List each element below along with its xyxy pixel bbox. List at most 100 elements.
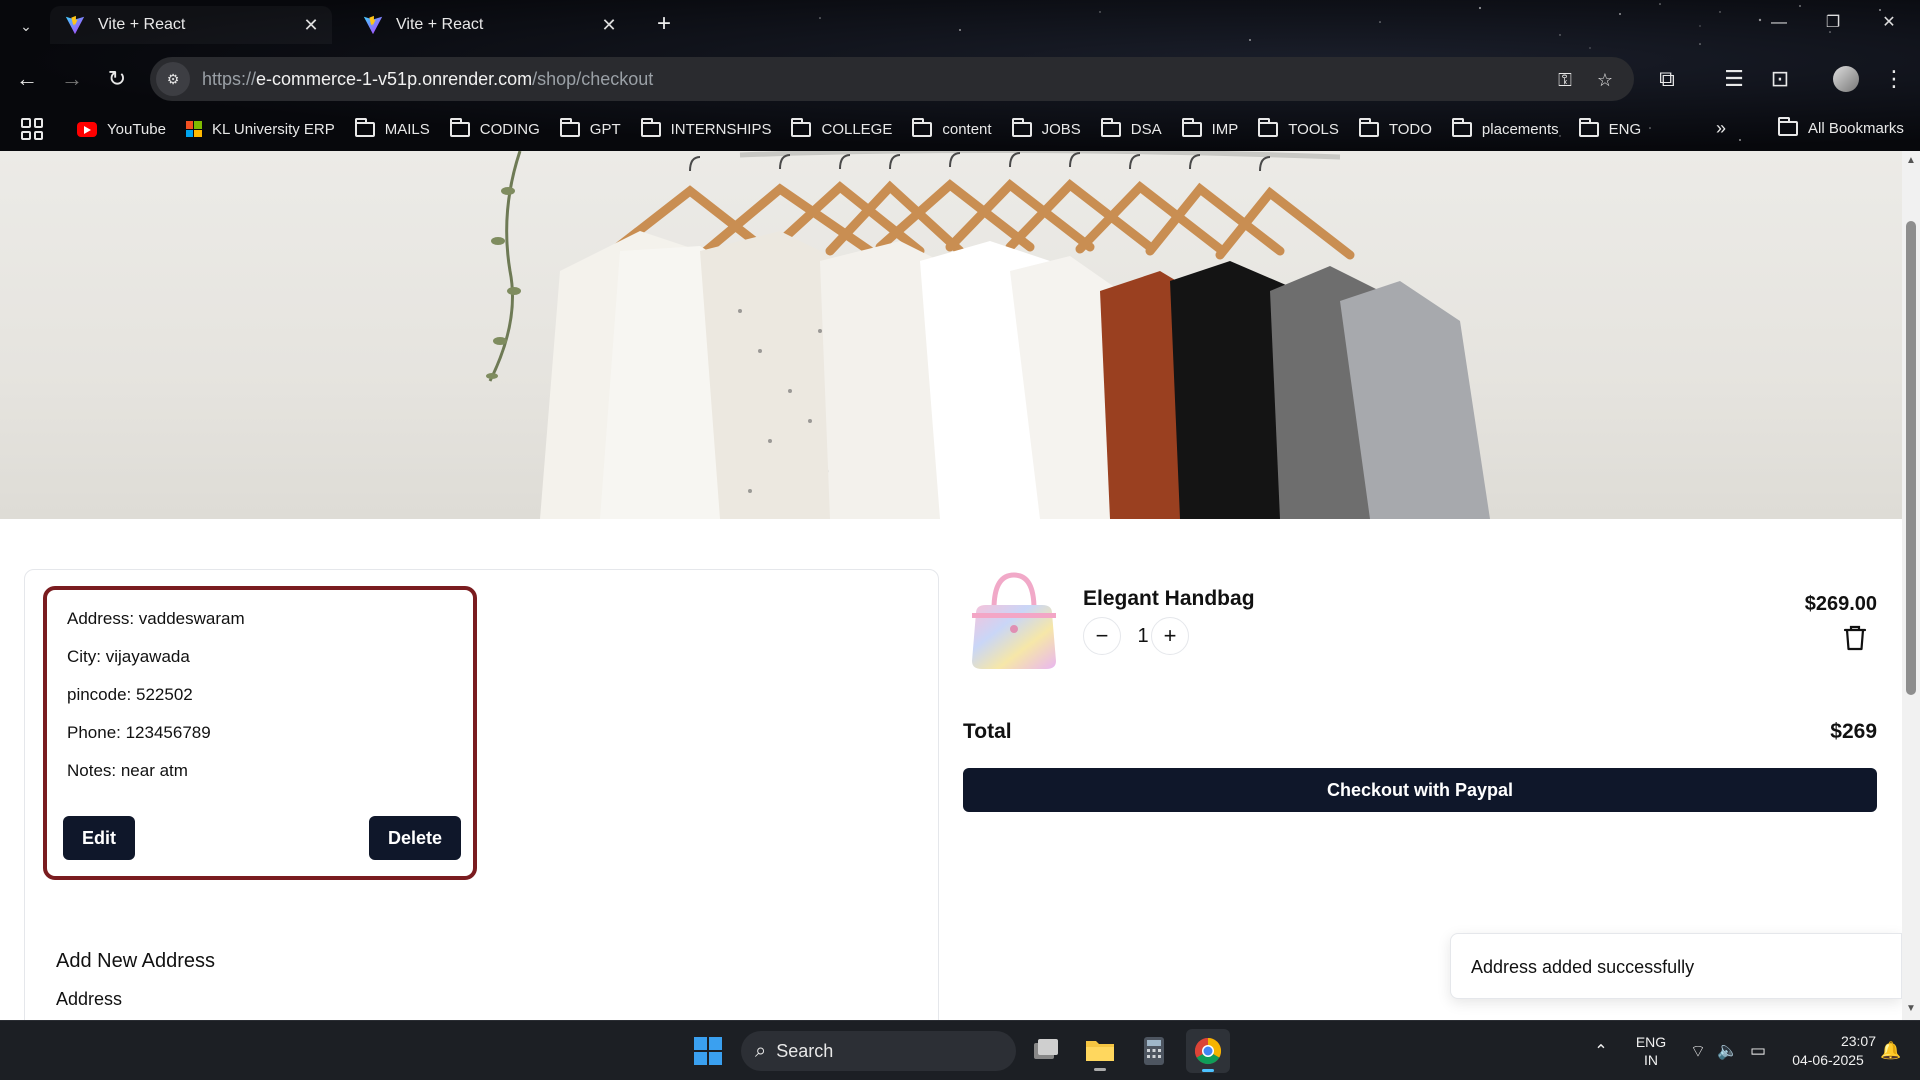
browser-toolbar: ← → ↻ ⚙ https://e-commerce-1-v51p.onrend… bbox=[0, 52, 1920, 106]
browser-tab[interactable]: Vite + React ✕ bbox=[348, 6, 630, 44]
chrome-icon bbox=[1194, 1037, 1222, 1072]
city-line: City: vijayawada bbox=[67, 647, 190, 666]
region-code: IN bbox=[1644, 1052, 1658, 1068]
bookmark-folder[interactable]: DSA bbox=[1100, 117, 1162, 138]
tab-close-icon[interactable]: ✕ bbox=[596, 12, 622, 38]
bookmark-label: INTERNSHIPS bbox=[670, 120, 772, 138]
bookmark-folder[interactable]: placements bbox=[1451, 117, 1559, 138]
bookmark-label: KL University ERP bbox=[211, 120, 335, 138]
bookmark-folder[interactable]: content bbox=[912, 117, 992, 138]
bookmark-folder[interactable]: TOOLS bbox=[1258, 117, 1339, 138]
tab-search-chevron-icon[interactable]: ⌄ bbox=[14, 14, 38, 38]
all-bookmarks-button[interactable]: All Bookmarks bbox=[1778, 117, 1904, 137]
forward-arrow-icon[interactable]: → bbox=[56, 63, 88, 95]
new-tab-plus-icon[interactable]: + bbox=[650, 10, 678, 38]
bookmark-folder[interactable]: GPT bbox=[559, 117, 621, 138]
profile-avatar-icon[interactable] bbox=[1830, 63, 1862, 95]
file-explorer-icon[interactable] bbox=[1078, 1029, 1122, 1073]
bookmark-kl-erp[interactable]: KL University ERP bbox=[185, 120, 335, 138]
volume-icon[interactable]: 🔈 bbox=[1714, 1021, 1742, 1080]
bookmark-folder[interactable]: ENG bbox=[1578, 117, 1641, 138]
wifi-icon[interactable]: ⌔ bbox=[1684, 1021, 1712, 1080]
vite-logo-icon bbox=[65, 15, 85, 35]
browser-tab[interactable]: Vite + React ✕ bbox=[50, 6, 332, 44]
bookmark-star-icon[interactable]: ☆ bbox=[1592, 67, 1618, 93]
bookmark-folder[interactable]: IMP bbox=[1181, 117, 1238, 138]
minimize-icon[interactable]: — bbox=[1756, 8, 1802, 38]
taskbar-search-label: Search bbox=[776, 1040, 834, 1061]
delete-address-button[interactable]: Delete bbox=[369, 816, 461, 860]
tab-close-icon[interactable]: ✕ bbox=[298, 12, 324, 38]
bookmark-label: DSA bbox=[1130, 120, 1162, 138]
extensions-puzzle-icon[interactable]: ⧉ bbox=[1651, 63, 1683, 95]
url-text[interactable]: https://e-commerce-1-v51p.onrender.com/s… bbox=[202, 69, 653, 90]
url-path: /shop/checkout bbox=[532, 68, 654, 89]
folder-icon bbox=[559, 117, 580, 137]
browser-menu-icon[interactable]: ⋮ bbox=[1878, 63, 1910, 95]
language-indicator[interactable]: ENG IN bbox=[1628, 1021, 1674, 1080]
bookmark-label: YouTube bbox=[107, 120, 166, 138]
bookmark-label: MAILS bbox=[384, 120, 430, 138]
bookmark-youtube[interactable]: YouTube bbox=[77, 121, 166, 138]
add-new-address-heading: Add New Address bbox=[56, 950, 215, 972]
folder-icon bbox=[1358, 117, 1379, 137]
window-close-icon[interactable]: ✕ bbox=[1866, 8, 1912, 38]
task-view-icon[interactable] bbox=[1024, 1029, 1068, 1073]
restore-icon[interactable]: ❐ bbox=[1810, 8, 1856, 38]
decrease-quantity-button[interactable]: − bbox=[1083, 617, 1121, 655]
bookmark-label: TODO bbox=[1388, 120, 1432, 138]
trash-icon[interactable] bbox=[1843, 625, 1867, 651]
bookmark-folder[interactable]: JOBS bbox=[1011, 117, 1081, 138]
bookmark-folder[interactable]: TODO bbox=[1358, 117, 1432, 138]
battery-icon[interactable]: ▭ bbox=[1744, 1021, 1772, 1080]
scroll-down-arrow-icon[interactable]: ▼ bbox=[1905, 1003, 1917, 1015]
folder-icon bbox=[640, 117, 661, 137]
product-name: Elegant Handbag bbox=[1083, 587, 1255, 610]
bookmark-label: JOBS bbox=[1041, 120, 1081, 138]
bookmark-label: GPT bbox=[589, 120, 621, 138]
bookmark-label: All Bookmarks bbox=[1808, 120, 1904, 137]
calculator-icon[interactable] bbox=[1132, 1029, 1176, 1073]
page-scrollbar[interactable]: ▲ ▼ bbox=[1902, 151, 1920, 1020]
address-panel: Address: vaddeswaram City: vijayawada pi… bbox=[24, 569, 939, 1020]
password-key-icon[interactable]: ⚿ bbox=[1552, 67, 1578, 93]
tab-title: Vite + React bbox=[98, 16, 186, 33]
increase-quantity-button[interactable]: + bbox=[1151, 617, 1189, 655]
address-field-label: Address bbox=[56, 989, 123, 1009]
folder-icon bbox=[1578, 117, 1599, 137]
clock[interactable]: 23:07 04-06-2025 bbox=[1780, 1021, 1876, 1080]
address-bar[interactable]: ⚙ https://e-commerce-1-v51p.onrender.com… bbox=[150, 57, 1634, 101]
site-info-icon[interactable]: ⚙ bbox=[156, 62, 190, 96]
scroll-up-arrow-icon[interactable]: ▲ bbox=[1905, 155, 1917, 167]
address-line: Address: vaddeswaram bbox=[67, 609, 245, 628]
more-bookmarks-chevron-icon[interactable]: » bbox=[1716, 118, 1726, 139]
taskbar-search-box[interactable]: ⌕ Search bbox=[741, 1031, 1016, 1071]
windows-taskbar: ⌕ Search ⌃ ENG IN ⌔ 🔈 ▭ 23:07 04-06-2025… bbox=[0, 1020, 1920, 1080]
bookmark-label: placements bbox=[1481, 120, 1559, 138]
notification-bell-icon[interactable]: 🔔 bbox=[1876, 1021, 1906, 1080]
address-card-selected[interactable]: Address: vaddeswaram City: vijayawada pi… bbox=[43, 586, 477, 880]
checkout-paypal-button[interactable]: Checkout with Paypal bbox=[963, 768, 1877, 812]
quantity-value: 1 bbox=[1137, 625, 1149, 647]
microsoft-icon bbox=[185, 121, 202, 137]
toast-notification: Address added successfully bbox=[1450, 933, 1902, 999]
reading-list-icon[interactable]: ☰ bbox=[1718, 63, 1750, 95]
bookmark-folder[interactable]: MAILS bbox=[354, 117, 430, 138]
bookmark-folder[interactable]: CODING bbox=[449, 117, 540, 138]
handbag-product-image bbox=[962, 569, 1066, 673]
bookmark-folder[interactable]: COLLEGE bbox=[791, 117, 892, 138]
apps-grid-icon[interactable] bbox=[21, 118, 43, 140]
clock-date: 04-06-2025 bbox=[1792, 1052, 1864, 1068]
windows-start-icon[interactable] bbox=[686, 1029, 730, 1073]
edit-address-button[interactable]: Edit bbox=[63, 816, 135, 860]
reload-icon[interactable]: ↻ bbox=[101, 63, 133, 95]
language-code: ENG bbox=[1635, 1034, 1667, 1050]
folder-icon bbox=[1100, 117, 1121, 137]
show-hidden-icons-chevron-icon[interactable]: ⌃ bbox=[1586, 1021, 1616, 1080]
back-arrow-icon[interactable]: ← bbox=[11, 63, 43, 95]
scrollbar-thumb[interactable] bbox=[1906, 221, 1916, 695]
folder-icon bbox=[1258, 117, 1279, 137]
bookmark-folder[interactable]: INTERNSHIPS bbox=[640, 117, 772, 138]
chrome-taskbar-button[interactable] bbox=[1186, 1029, 1230, 1073]
lens-screenshot-icon[interactable]: ⊡ bbox=[1764, 63, 1796, 95]
